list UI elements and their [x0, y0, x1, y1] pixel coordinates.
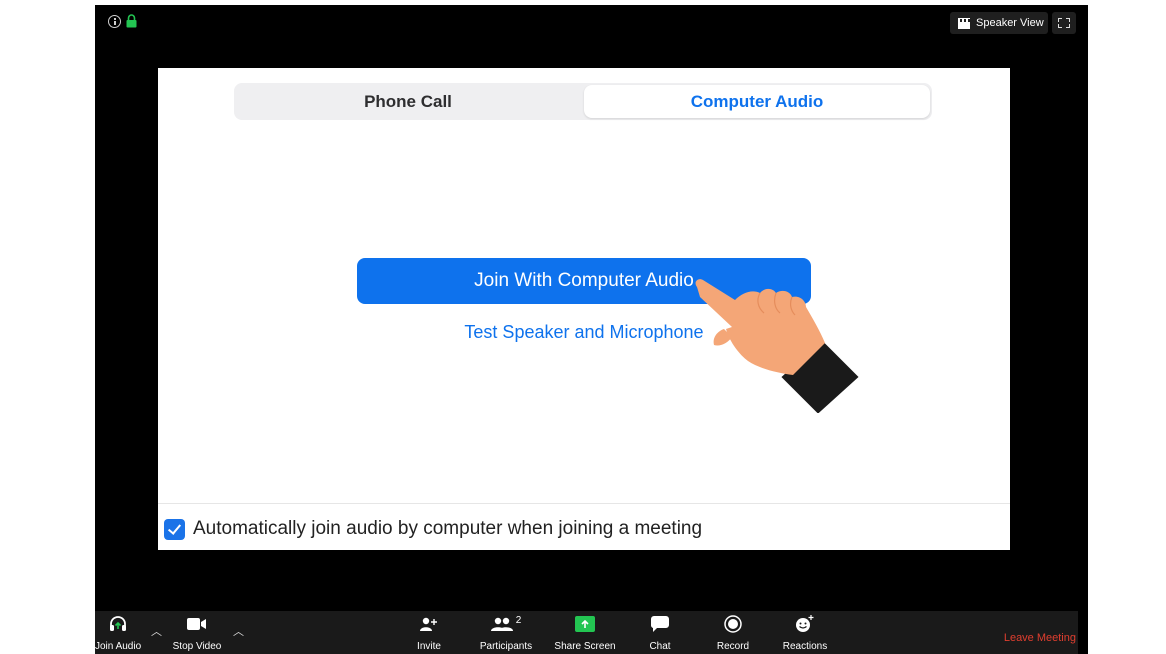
speaker-view-icon — [958, 17, 970, 29]
video-camera-icon — [187, 618, 206, 630]
audio-mode-tabs: Phone Call Computer Audio — [234, 83, 932, 120]
add-person-icon — [420, 617, 437, 631]
share-screen-icon — [575, 616, 595, 632]
share-screen-button[interactable]: Share Screen — [550, 611, 620, 654]
record-label: Record — [716, 641, 750, 652]
pointing-hand-icon — [695, 279, 862, 413]
participants-button[interactable]: 2 Participants — [473, 611, 539, 654]
lock-icon[interactable] — [126, 14, 137, 28]
screen: Speaker View Phone Call Computer Audio J… — [0, 0, 1166, 654]
invite-button[interactable]: Invite — [409, 611, 449, 654]
headphones-icon — [110, 616, 126, 631]
share-screen-label: Share Screen — [554, 641, 616, 652]
fullscreen-button[interactable] — [1052, 12, 1076, 34]
stop-video-label: Stop Video — [172, 641, 222, 652]
record-icon — [724, 615, 742, 633]
reactions-label: Reactions — [782, 641, 828, 652]
speaker-view-label: Speaker View — [976, 17, 1044, 29]
participants-label: Participants — [479, 641, 533, 652]
auto-join-row: Automatically join audio by computer whe… — [164, 518, 702, 540]
smiley-icon — [796, 615, 814, 632]
divider — [158, 503, 1010, 504]
tab-phone-call[interactable]: Phone Call — [234, 83, 582, 120]
chat-button[interactable]: Chat — [643, 611, 677, 654]
meeting-window: Speaker View Phone Call Computer Audio J… — [95, 5, 1088, 654]
info-icon[interactable] — [108, 15, 121, 28]
join-audio-dialog: Phone Call Computer Audio Join With Comp… — [158, 68, 1010, 550]
record-button[interactable]: Record — [713, 611, 753, 654]
stop-video-button[interactable]: Stop Video — [169, 611, 225, 654]
chat-label: Chat — [649, 641, 671, 652]
meeting-toolbar: Join Audio ︿ Stop Video ︿ Invite 2 Parti… — [95, 611, 1078, 654]
speaker-view-button[interactable]: Speaker View — [950, 12, 1048, 34]
invite-label: Invite — [417, 641, 441, 652]
reactions-button[interactable]: Reactions — [780, 611, 830, 654]
audio-options-chevron-up-icon[interactable]: ︿ — [151, 623, 162, 639]
join-audio-button[interactable]: Join Audio — [95, 611, 141, 654]
video-options-chevron-up-icon[interactable]: ︿ — [233, 623, 244, 639]
join-audio-label: Join Audio — [95, 641, 142, 652]
auto-join-label[interactable]: Automatically join audio by computer whe… — [193, 518, 702, 540]
leave-meeting-button[interactable]: Leave Meeting — [1004, 632, 1076, 644]
auto-join-checkbox[interactable] — [164, 518, 185, 540]
chat-icon — [651, 616, 669, 632]
fullscreen-icon — [1058, 18, 1062, 22]
participants-count: 2 — [515, 614, 522, 626]
tab-computer-audio[interactable]: Computer Audio — [584, 85, 930, 118]
participants-icon — [490, 617, 513, 631]
